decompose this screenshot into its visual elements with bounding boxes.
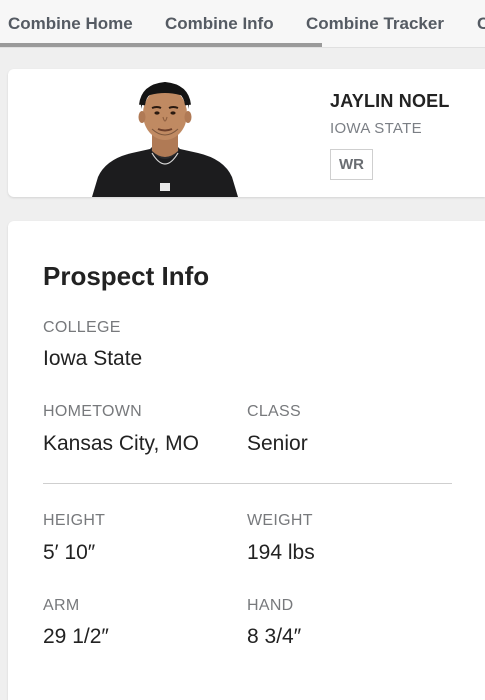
height-value: 5′ 10″ [43,541,96,564]
active-tab-indicator [0,43,322,47]
player-photo [92,81,238,197]
college-value: Iowa State [43,347,143,370]
height-label: HEIGHT [43,512,106,529]
college-label: COLLEGE [43,319,121,336]
class-label: CLASS [247,403,301,420]
arm-value: 29 1/2″ [43,625,109,648]
section-divider [43,483,452,484]
player-card: JAYLIN NOEL IOWA STATE WR [8,69,485,197]
hand-value: 8 3/4″ [247,625,302,648]
tab-combine-tracker[interactable]: Combine Tracker [306,14,444,34]
hometown-label: HOMETOWN [43,403,142,420]
player-school: IOWA STATE [330,120,422,137]
class-value: Senior [247,432,308,455]
prospect-info-title: Prospect Info [43,261,210,291]
prospect-info-card: Prospect Info COLLEGE Iowa State HOMETOW… [8,221,485,700]
tab-combine-home[interactable]: Combine Home [8,14,133,34]
player-name: JAYLIN NOEL [330,91,450,111]
hand-label: HAND [247,597,294,614]
tab-overflow[interactable]: C [477,14,485,34]
weight-value: 194 lbs [247,541,315,564]
arm-label: ARM [43,597,80,614]
position-badge: WR [330,149,373,180]
tab-bar: Combine Home Combine Info Combine Tracke… [0,0,485,48]
hometown-value: Kansas City, MO [43,432,199,455]
weight-label: WEIGHT [247,512,313,529]
tab-combine-info[interactable]: Combine Info [165,14,274,34]
